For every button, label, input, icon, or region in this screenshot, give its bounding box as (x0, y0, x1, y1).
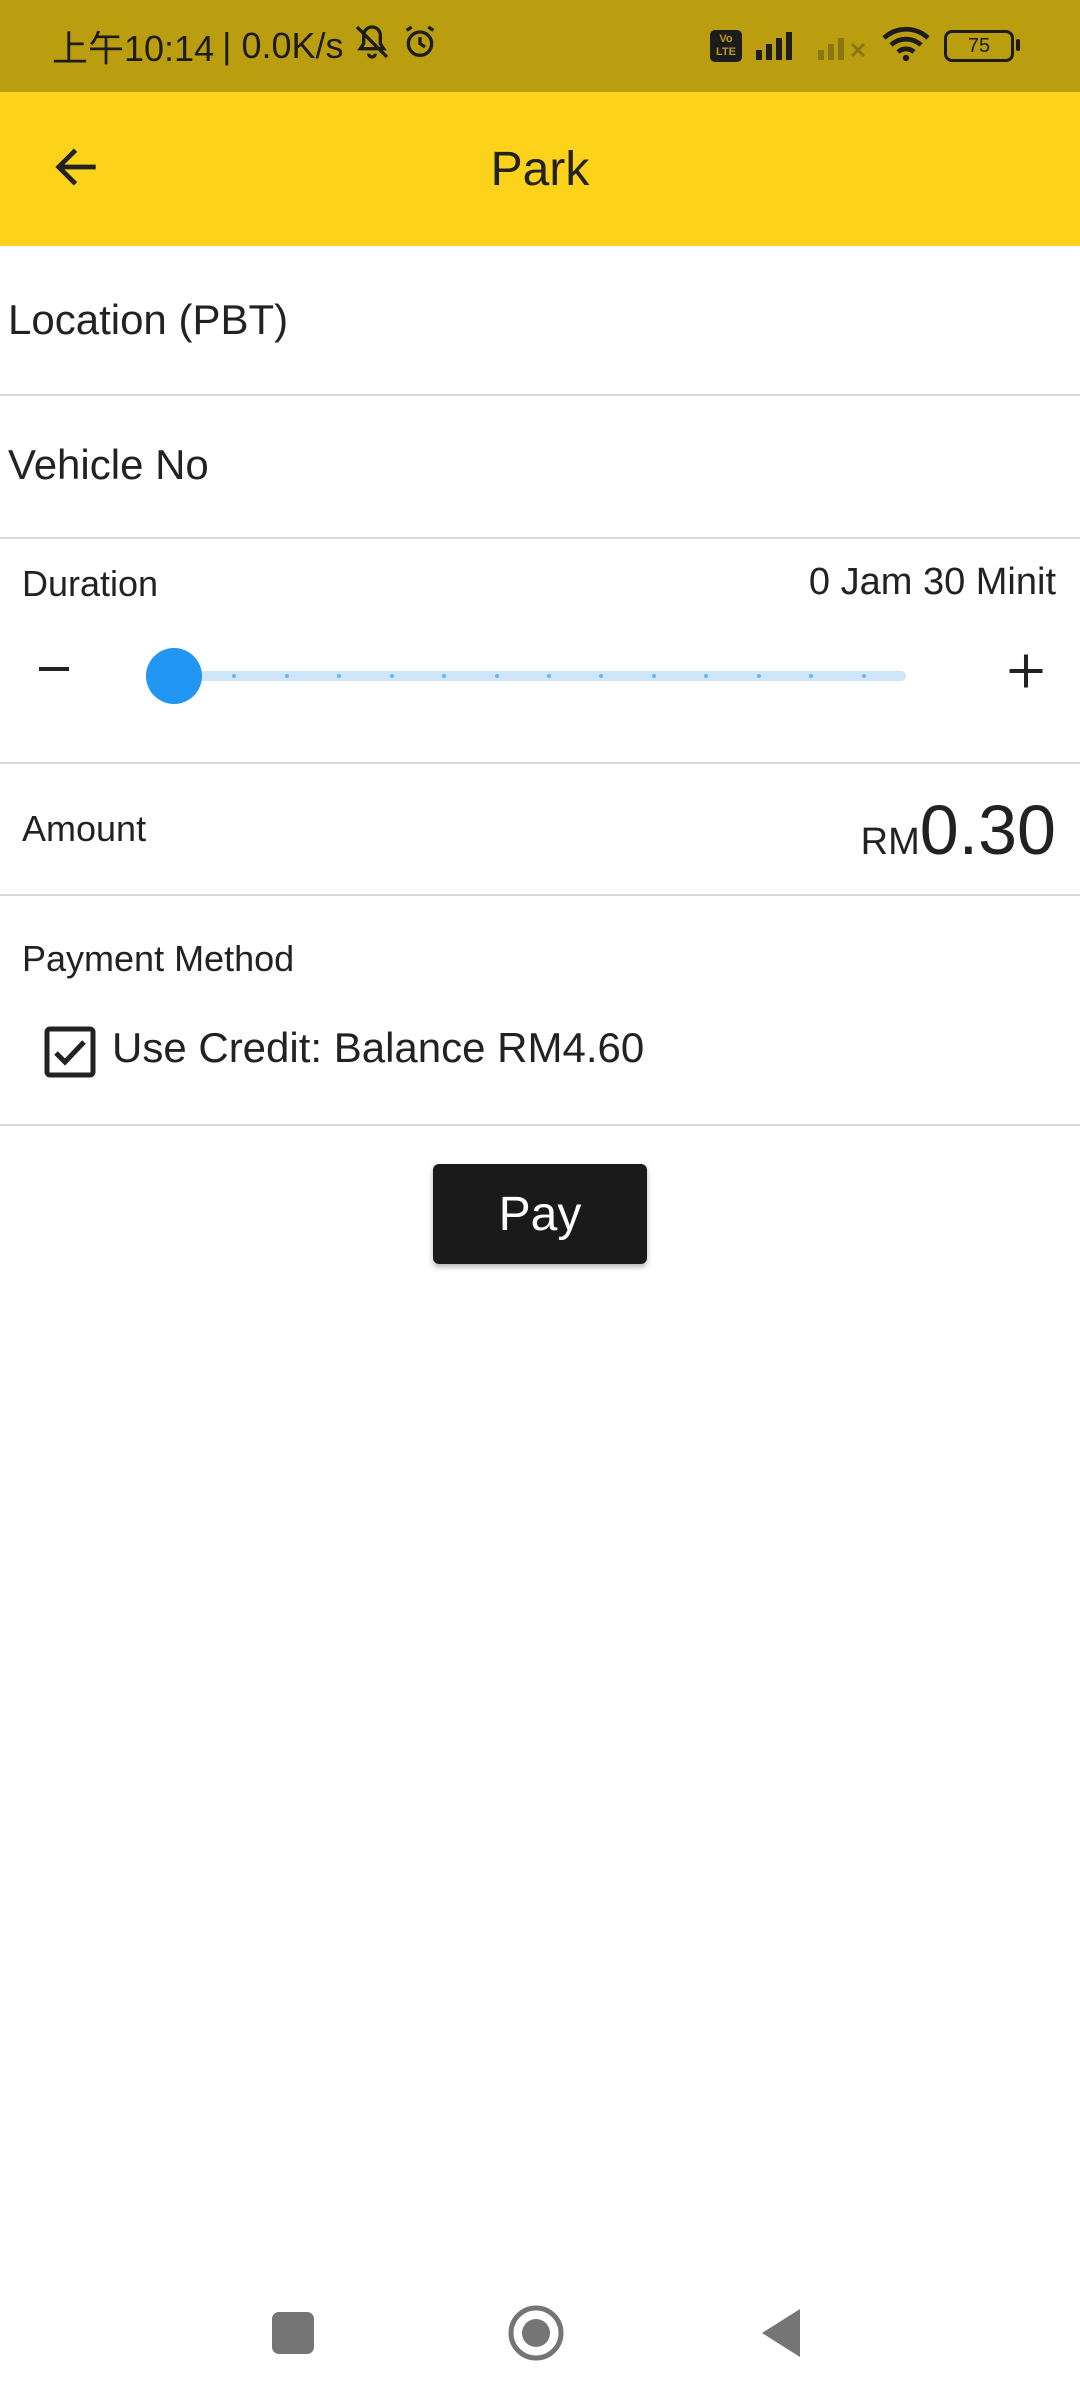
slider-tick (652, 674, 656, 678)
slider-tick (495, 674, 499, 678)
signal-icon (756, 28, 804, 65)
slider-tick (599, 674, 603, 678)
amount-section: Amount RM 0.30 (0, 764, 1080, 896)
use-credit-checkbox[interactable] (44, 1026, 96, 1078)
payment-method-section: Payment Method Use Credit: Balance RM4.6… (0, 896, 1080, 1126)
page-title: Park (490, 142, 590, 196)
volte-top: Vo (719, 33, 733, 45)
mute-icon (352, 22, 392, 71)
volte-icon: Vo LTE (710, 30, 742, 62)
slider-tick (232, 674, 236, 678)
slider-tick (390, 674, 394, 678)
slider-tick (442, 674, 446, 678)
slider-tick (704, 674, 708, 678)
payment-method-label: Payment Method (22, 938, 295, 979)
status-bar: 上午10:14 | 0.0K/s Vo LTE 75 (0, 0, 1080, 92)
decrease-duration-button[interactable] (28, 645, 80, 697)
location-label: Location (PBT) (8, 296, 289, 343)
vehicle-label: Vehicle No (8, 441, 209, 488)
alarm-icon (400, 22, 440, 71)
amount-value: 0.30 (919, 791, 1056, 869)
home-button[interactable] (501, 2300, 571, 2370)
slider-tick (285, 674, 289, 678)
location-field[interactable]: Location (PBT) (0, 246, 1080, 396)
duration-label: Duration (22, 563, 159, 604)
increase-duration-button[interactable] (998, 645, 1054, 701)
duration-slider-thumb[interactable] (146, 648, 202, 704)
amount-label: Amount (22, 808, 147, 849)
recents-button[interactable] (258, 2300, 328, 2370)
battery-level: 75 (967, 34, 991, 57)
vehicle-field[interactable]: Vehicle No (0, 396, 1080, 539)
slider-tick (757, 674, 761, 678)
system-nav-bar (0, 2270, 1080, 2400)
recents-square-icon (270, 2310, 316, 2361)
volte-bottom: LTE (716, 46, 736, 58)
app-bar: Park (0, 92, 1080, 246)
status-net-speed: | 0.0K/s (222, 25, 344, 66)
amount-display: RM 0.30 (861, 790, 1056, 870)
pay-button[interactable]: Pay (433, 1164, 647, 1264)
home-circle-icon (506, 2303, 566, 2368)
amount-currency: RM (860, 821, 920, 863)
battery-icon: 75 (944, 30, 1020, 62)
duration-slider-track[interactable] (172, 671, 906, 681)
plus-icon (1004, 649, 1048, 698)
slider-tick (547, 674, 551, 678)
signal-no-service-icon (818, 28, 868, 65)
slider-tick (862, 674, 866, 678)
duration-section: Duration 0 Jam 30 Minit (0, 539, 1080, 764)
minus-icon (34, 649, 74, 694)
slider-tick (337, 674, 341, 678)
wifi-icon (882, 26, 930, 67)
status-time: 上午10:14 (52, 28, 215, 69)
back-triangle-icon (756, 2305, 806, 2366)
duration-value: 0 Jam 30 Minit (808, 561, 1056, 603)
system-back-button[interactable] (746, 2300, 816, 2370)
status-left: 上午10:14 | 0.0K/s (52, 0, 440, 92)
status-right: Vo LTE 75 (710, 0, 1020, 92)
use-credit-label[interactable]: Use Credit: Balance RM4.60 (112, 1024, 644, 1072)
slider-tick (809, 674, 813, 678)
